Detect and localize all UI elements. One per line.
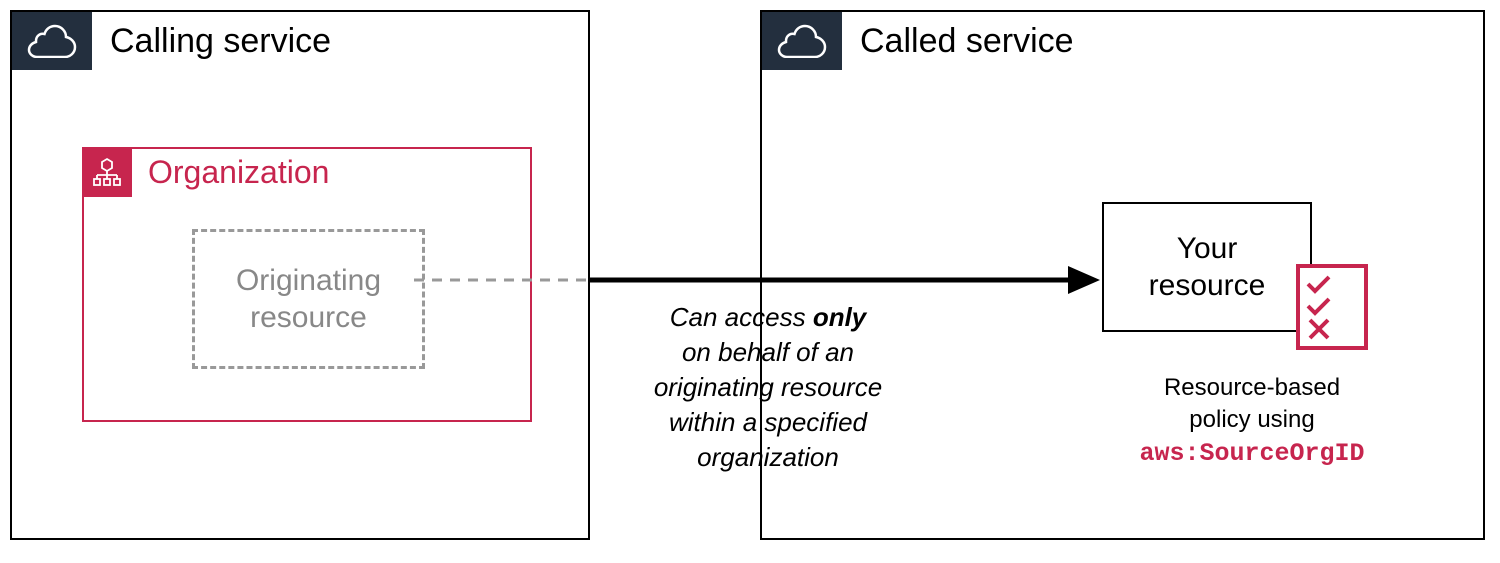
organization-title: Organization [132, 154, 329, 191]
called-service-title: Called service [842, 22, 1074, 61]
organization-header: Organization [82, 147, 329, 197]
policy-code: aws:SourceOrgID [1139, 439, 1364, 468]
your-resource-text: Your resource [1149, 230, 1266, 305]
calling-service-box: Calling service [10, 10, 590, 540]
arrow-label: Can access only on behalf of an originat… [608, 300, 928, 475]
arrow-label-rest: on behalf of an originating resource wit… [654, 337, 882, 472]
calling-service-header: Calling service [12, 12, 331, 70]
policy-text: Resource-based policy using aws:SourceOr… [1092, 372, 1412, 471]
originating-resource-box: Originating resource [192, 229, 425, 369]
organization-icon [82, 147, 132, 197]
organization-box: Organization Originating resource [82, 147, 532, 422]
policy-checklist-icon [1292, 260, 1372, 360]
policy-line1: Resource-based [1164, 374, 1340, 401]
calling-service-title: Calling service [92, 22, 331, 61]
originating-resource-text: Originating resource [236, 262, 381, 337]
your-resource-box: Your resource [1102, 202, 1312, 332]
cloud-icon [12, 12, 92, 70]
arrow-label-bold: only [813, 302, 866, 332]
cloud-icon [762, 12, 842, 70]
policy-line2: policy using [1189, 406, 1314, 433]
arrow-label-pre: Can access [670, 302, 813, 332]
called-service-header: Called service [762, 12, 1074, 70]
